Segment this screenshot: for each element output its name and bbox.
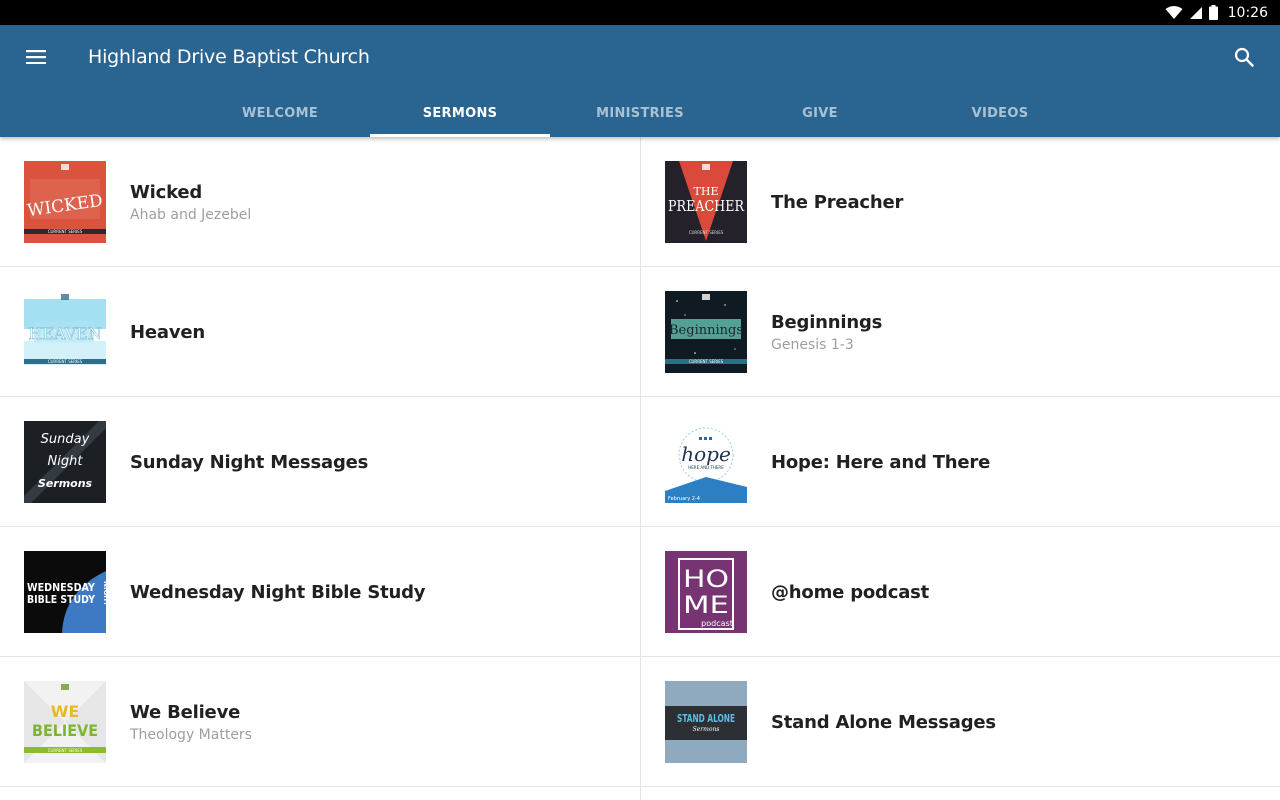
art-caption: HERE AND THERE — [688, 465, 724, 470]
art-text: HEAVEN — [28, 324, 102, 343]
art-caption: CURRENT SERIES — [48, 359, 83, 364]
series-artwork: hope HERE AND THERE February 2-4 — [665, 421, 747, 503]
series-title: Sunday Night Messages — [130, 451, 369, 473]
series-text: Stand Alone Messages — [771, 657, 996, 787]
series-text: Hope: Here and There — [771, 397, 990, 527]
art-text-line: BELIEVE — [32, 721, 98, 740]
series-subtitle: Genesis 1-3 — [771, 336, 854, 353]
series-item-we-believe[interactable]: WE BELIEVE CURRENT SERIES We Believe The… — [0, 657, 640, 787]
series-item-partial[interactable] — [0, 787, 640, 800]
series-text: @home podcast — [771, 527, 929, 657]
art-date: February 2-4 — [668, 496, 700, 502]
series-artwork: Sunday Night Sermons — [24, 421, 106, 503]
tab-bar: WELCOME SERMONS MINISTRIES GIVE VIDEOS — [190, 89, 1090, 137]
series-title: @home podcast — [771, 581, 930, 603]
series-title: Stand Alone Messages — [771, 711, 996, 733]
art-text-line: ME — [683, 591, 729, 619]
series-title: Wicked — [130, 181, 203, 203]
art-text-line: Sermons — [38, 477, 93, 490]
app-bar: Highland Drive Baptist Church WELCOME SE… — [0, 25, 1280, 137]
series-artwork: WEDNESDAY BIBLE STUDY NIGHT — [24, 551, 106, 633]
series-item-heaven[interactable]: HEAVEN CURRENT SERIES Heaven — [0, 267, 640, 397]
sermon-series-grid: WICKED CURRENT SERIES Wicked Ahab and Je… — [0, 137, 1280, 800]
series-item-hope-here-and-there[interactable]: hope HERE AND THERE February 2-4 Hope: H… — [640, 397, 1280, 527]
art-text-line: PREACHER — [668, 197, 745, 215]
series-title: Wednesday Night Bible Study — [130, 581, 426, 603]
status-icons: 10:26 — [1165, 0, 1268, 25]
series-item-stand-alone-messages[interactable]: STAND ALONE Sermons Stand Alone Messages — [640, 657, 1280, 787]
status-bar: 10:26 — [0, 0, 1280, 25]
series-title: Heaven — [130, 321, 205, 343]
series-subtitle: Ahab and Jezebel — [130, 206, 252, 223]
art-text-line: Sunday — [41, 432, 90, 447]
art-caption: CURRENT SERIES — [48, 229, 83, 234]
series-item-wicked[interactable]: WICKED CURRENT SERIES Wicked Ahab and Je… — [0, 137, 640, 267]
art-text-line: HO — [683, 565, 729, 593]
tab-sermons[interactable]: SERMONS — [370, 89, 550, 137]
series-artwork: HEAVEN CURRENT SERIES — [24, 291, 106, 373]
tab-videos[interactable]: VIDEOS — [910, 89, 1090, 137]
series-item-beginnings[interactable]: Beginnings CURRENT SERIES Beginnings Gen… — [640, 267, 1280, 397]
art-text: hope — [681, 442, 731, 466]
art-caption: CURRENT SERIES — [689, 359, 724, 364]
series-text: Wicked Ahab and Jezebel — [130, 137, 251, 267]
art-text: Beginnings — [669, 323, 743, 338]
series-text: Beginnings Genesis 1-3 — [771, 267, 882, 397]
series-subtitle: Theology Matters — [130, 726, 252, 743]
tab-ministries[interactable]: MINISTRIES — [550, 89, 730, 137]
series-text: We Believe Theology Matters — [130, 657, 252, 787]
series-artwork: Beginnings CURRENT SERIES — [665, 291, 747, 373]
series-text: The Preacher — [771, 137, 903, 267]
art-caption: CURRENT SERIES — [48, 748, 83, 753]
art-caption: Sermons — [693, 726, 720, 733]
menu-button[interactable] — [16, 39, 56, 75]
art-text-line: NIGHT — [102, 581, 106, 606]
series-artwork: WE BELIEVE CURRENT SERIES — [24, 681, 106, 763]
app-title: Highland Drive Baptist Church — [88, 46, 370, 68]
series-item-sunday-night-messages[interactable]: Sunday Night Sermons Sunday Night Messag… — [0, 397, 640, 527]
art-caption: CURRENT SERIES — [689, 230, 724, 235]
menu-icon — [26, 50, 46, 64]
tab-give[interactable]: GIVE — [730, 89, 910, 137]
tab-welcome[interactable]: WELCOME — [190, 89, 370, 137]
battery-icon — [1208, 5, 1218, 20]
series-title: Hope: Here and There — [771, 451, 991, 473]
series-artwork: THE PREACHER CURRENT SERIES — [665, 161, 747, 243]
series-title: Beginnings — [771, 311, 883, 333]
series-title: The Preacher — [771, 191, 904, 213]
series-item-the-preacher[interactable]: THE PREACHER CURRENT SERIES The Preacher — [640, 137, 1280, 267]
series-artwork: WICKED CURRENT SERIES — [24, 161, 106, 243]
series-artwork: STAND ALONE Sermons — [665, 681, 747, 763]
art-text-line: Night — [48, 454, 84, 469]
art-caption: podcast — [701, 619, 733, 628]
series-title: We Believe — [130, 701, 241, 723]
series-item-wednesday-night-bible-study[interactable]: WEDNESDAY BIBLE STUDY NIGHT Wednesday Ni… — [0, 527, 640, 657]
art-text-line: BIBLE STUDY — [27, 593, 96, 606]
cell-signal-icon — [1189, 6, 1202, 19]
art-text: STAND ALONE — [677, 712, 735, 725]
series-item-home-podcast[interactable]: HO ME podcast @home podcast — [640, 527, 1280, 657]
search-button[interactable] — [1224, 39, 1264, 75]
series-artwork: HO ME podcast — [665, 551, 747, 633]
series-text: Wednesday Night Bible Study — [130, 527, 426, 657]
series-text: Sunday Night Messages — [130, 397, 368, 527]
search-icon — [1234, 47, 1254, 67]
status-time: 10:26 — [1227, 4, 1268, 21]
art-text-line: WE — [51, 702, 80, 721]
series-text: Heaven — [130, 267, 205, 397]
series-item-partial[interactable] — [640, 787, 1280, 800]
wifi-icon — [1165, 5, 1183, 19]
